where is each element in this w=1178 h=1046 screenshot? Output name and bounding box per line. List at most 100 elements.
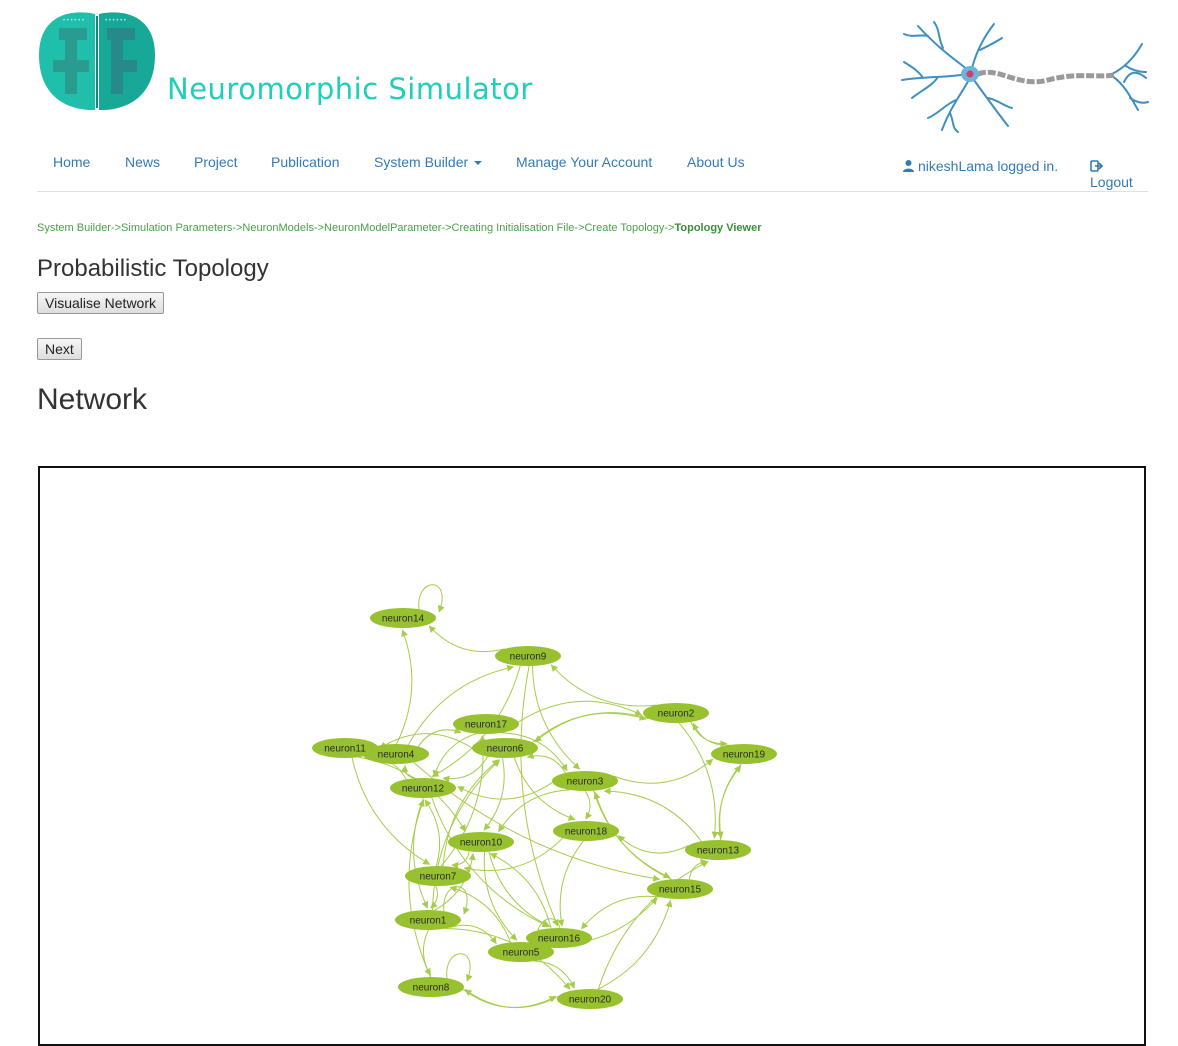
node-neuron12[interactable]: neuron12: [390, 778, 456, 798]
nav-home[interactable]: Home: [53, 154, 90, 170]
node-neuron16[interactable]: neuron16: [526, 928, 592, 948]
node-label-neuron17: neuron17: [465, 720, 508, 731]
edge-neuron3-neuron19: [613, 758, 714, 784]
edge-neuron2-neuron6: [534, 712, 649, 743]
logout-label: Logout: [1090, 174, 1133, 190]
node-label-neuron11: neuron11: [324, 744, 366, 755]
edge-neuron4-neuron17: [417, 727, 462, 747]
nav-system-builder-dropdown[interactable]: System Builder: [374, 154, 483, 170]
nav-publication[interactable]: Publication: [271, 154, 340, 170]
page-title: Probabilistic Topology: [37, 255, 269, 282]
logout-link[interactable]: Logout: [1090, 158, 1148, 190]
edge-neuron13-neuron3: [603, 787, 702, 842]
breadcrumb-current: Topology Viewer: [674, 222, 762, 234]
brain-logo[interactable]: • • • • • • • • • • • •: [37, 10, 157, 112]
node-neuron7[interactable]: neuron7: [405, 866, 471, 886]
edge-neuron7-neuron12: [424, 799, 441, 867]
edge-neuron5-neuron20: [534, 960, 575, 989]
edge-neuron4-neuron14: [396, 629, 413, 745]
site-title[interactable]: Neuromorphic Simulator: [167, 72, 533, 106]
node-neuron20[interactable]: neuron20: [557, 989, 623, 1009]
edge-neuron14-neuron14: [418, 584, 445, 613]
edge-neuron17-neuron12: [432, 733, 477, 778]
user-status[interactable]: nikeshLama logged in.: [902, 158, 1058, 174]
edge-neuron8-neuron20: [462, 989, 557, 1008]
node-label-neuron10: neuron10: [460, 838, 503, 849]
node-neuron8[interactable]: neuron8: [398, 977, 464, 997]
node-neuron17[interactable]: neuron17: [453, 714, 519, 734]
node-label-neuron13: neuron13: [697, 846, 740, 857]
node-neuron1[interactable]: neuron1: [395, 910, 461, 930]
nav-manage-account[interactable]: Manage Your Account: [516, 154, 652, 170]
node-label-neuron12: neuron12: [402, 784, 445, 795]
breadcrumb-path[interactable]: System Builder->Simulation Parameters->N…: [37, 222, 674, 234]
breadcrumb: System Builder->Simulation Parameters->N…: [37, 222, 761, 234]
node-label-neuron16: neuron16: [538, 934, 581, 945]
edge-neuron2-neuron13: [678, 722, 719, 839]
next-button[interactable]: Next: [37, 338, 82, 360]
edge-neuron10-neuron5: [483, 851, 518, 941]
node-label-neuron6: neuron6: [487, 744, 524, 755]
node-neuron13[interactable]: neuron13: [685, 840, 751, 860]
edge-neuron13-neuron19: [718, 765, 742, 841]
node-neuron11[interactable]: neuron11: [312, 738, 378, 758]
node-neuron14[interactable]: neuron14: [370, 608, 436, 628]
main-nav: Home News Project Publication System Bui…: [37, 148, 1148, 192]
node-label-neuron19: neuron19: [723, 750, 766, 761]
node-label-neuron8: neuron8: [413, 983, 450, 994]
user-icon: [903, 160, 914, 172]
edge-neuron4-neuron15: [413, 762, 661, 882]
edge-neuron2-neuron9: [550, 664, 656, 707]
node-label-neuron14: neuron14: [382, 614, 425, 625]
logout-icon: [1090, 160, 1103, 172]
edge-neuron9-neuron14: [428, 625, 505, 653]
user-status-text: nikeshLama logged in.: [918, 158, 1059, 174]
network-graph-canvas[interactable]: neuron1 neuron2 neuron3 neuron4 neuron5 neuro…: [38, 466, 1146, 1046]
node-neuron19[interactable]: neuron19: [711, 744, 777, 764]
node-label-neuron7: neuron7: [420, 872, 457, 883]
node-neuron3[interactable]: neuron3: [552, 771, 618, 791]
edge-neuron20-neuron15: [597, 899, 673, 990]
node-label-neuron4: neuron4: [378, 750, 415, 761]
node-label-neuron3: neuron3: [567, 777, 604, 788]
node-label-neuron5: neuron5: [503, 948, 540, 959]
node-neuron10[interactable]: neuron10: [448, 832, 514, 852]
svg-text:• • • • • •: • • • • • •: [63, 18, 84, 24]
node-neuron15[interactable]: neuron15: [647, 879, 713, 899]
nav-about-us[interactable]: About Us: [687, 154, 745, 170]
visualise-network-button[interactable]: Visualise Network: [37, 292, 165, 314]
edge-neuron12-neuron16: [431, 797, 550, 928]
edge-neuron12-neuron1: [412, 797, 428, 909]
neuron-illustration: [901, 21, 1149, 133]
nav-system-builder-label: System Builder: [374, 154, 469, 170]
edge-neuron8-neuron8: [446, 953, 473, 982]
edge-neuron5-neuron7: [449, 885, 512, 943]
nav-project[interactable]: Project: [194, 154, 238, 170]
node-neuron2[interactable]: neuron2: [643, 703, 709, 723]
edge-neuron3-neuron6: [526, 752, 566, 774]
edge-neuron9-neuron3: [532, 665, 581, 770]
node-label-neuron15: neuron15: [659, 885, 702, 896]
edge-neuron6-neuron10: [483, 757, 505, 831]
svg-text:• • • • • •: • • • • • •: [105, 18, 126, 24]
node-label-neuron9: neuron9: [510, 652, 547, 663]
edge-neuron3-neuron18: [584, 790, 593, 820]
edge-neuron19-neuron13: [716, 763, 742, 839]
node-label-neuron20: neuron20: [569, 995, 612, 1006]
node-neuron9[interactable]: neuron9: [495, 646, 561, 666]
node-label-neuron18: neuron18: [565, 827, 608, 838]
node-neuron6[interactable]: neuron6: [472, 738, 538, 758]
edge-neuron2-neuron19: [690, 721, 728, 748]
node-label-neuron2: neuron2: [658, 709, 695, 720]
edge-neuron6-neuron12: [442, 756, 489, 783]
node-neuron18[interactable]: neuron18: [553, 821, 619, 841]
node-label-neuron1: neuron1: [410, 916, 447, 927]
edge-neuron15-neuron16: [581, 895, 661, 930]
network-graph[interactable]: neuron1 neuron2 neuron3 neuron4 neuron5 neuro…: [40, 468, 1146, 1046]
edge-neuron6-neuron2: [532, 712, 647, 743]
nav-news[interactable]: News: [125, 154, 160, 170]
caret-down-icon: [474, 161, 483, 166]
edge-neuron11-neuron7: [351, 757, 431, 865]
edge-neuron12-neuron4: [401, 764, 416, 779]
edge-neuron1-neuron1: [443, 886, 470, 915]
